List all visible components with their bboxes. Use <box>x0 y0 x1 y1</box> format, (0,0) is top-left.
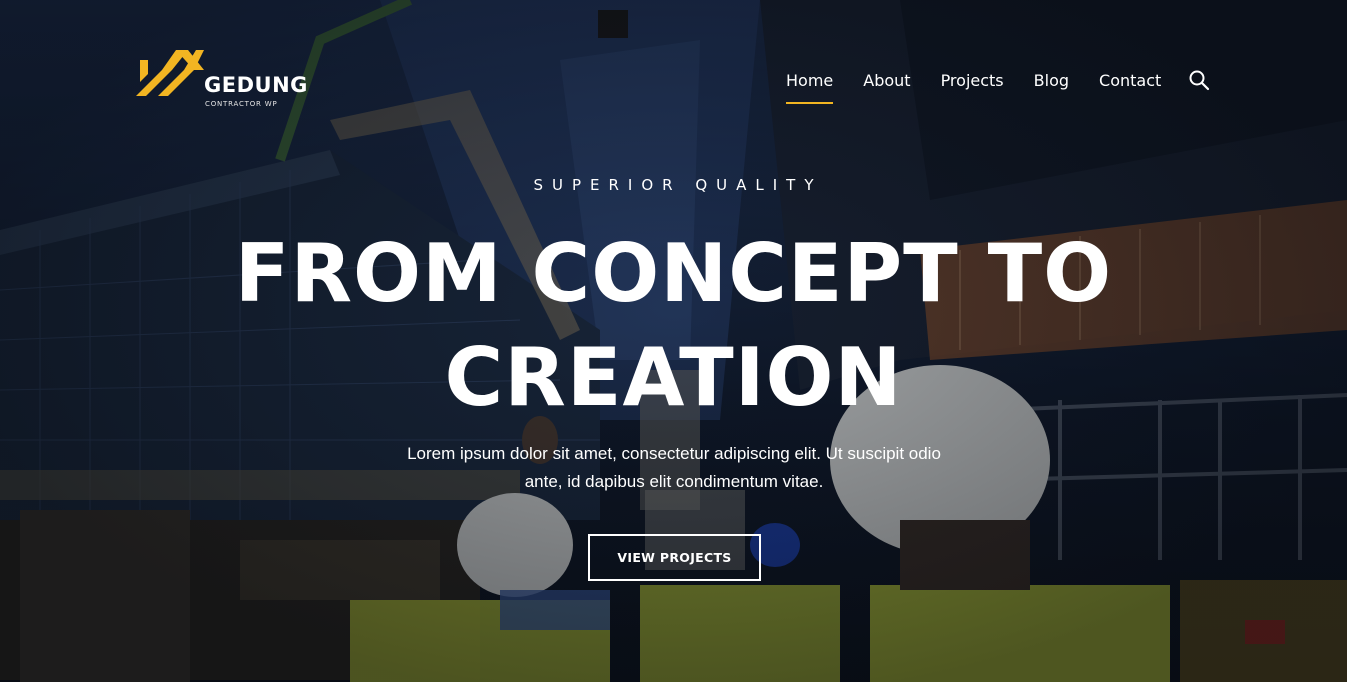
nav-item-projects[interactable]: Projects <box>941 70 1004 106</box>
brand-name: GEDUNG <box>204 73 308 97</box>
site-logo[interactable]: GEDUNG CONTRACTOR WP <box>136 48 326 114</box>
view-projects-button[interactable]: VIEW PROJECTS <box>588 534 761 581</box>
lead-line-1: Lorem ipsum dolor sit amet, consectetur … <box>407 444 941 463</box>
hero-lead-text: Lorem ipsum dolor sit amet, consectetur … <box>374 440 974 496</box>
search-icon[interactable] <box>1188 69 1210 91</box>
brand-tagline: CONTRACTOR WP <box>205 100 278 108</box>
hero-section: GEDUNG CONTRACTOR WP Home About Projects… <box>0 0 1347 682</box>
hero-headline: FROM CONCEPT TO CREATION <box>100 222 1247 430</box>
nav-item-blog[interactable]: Blog <box>1034 70 1069 106</box>
lead-line-2: ante, id dapibus elit condimentum vitae. <box>524 472 824 491</box>
headline-line-1: FROM CONCEPT TO <box>234 227 1113 320</box>
hero-eyebrow: SUPERIOR QUALITY <box>533 176 823 194</box>
roof-chevron-icon <box>136 50 204 96</box>
nav-item-contact[interactable]: Contact <box>1099 70 1161 106</box>
nav-item-home[interactable]: Home <box>786 70 834 106</box>
nav-item-about[interactable]: About <box>863 70 910 106</box>
main-nav: Home About Projects Blog Contact <box>786 70 1191 106</box>
headline-line-2: CREATION <box>444 331 903 424</box>
